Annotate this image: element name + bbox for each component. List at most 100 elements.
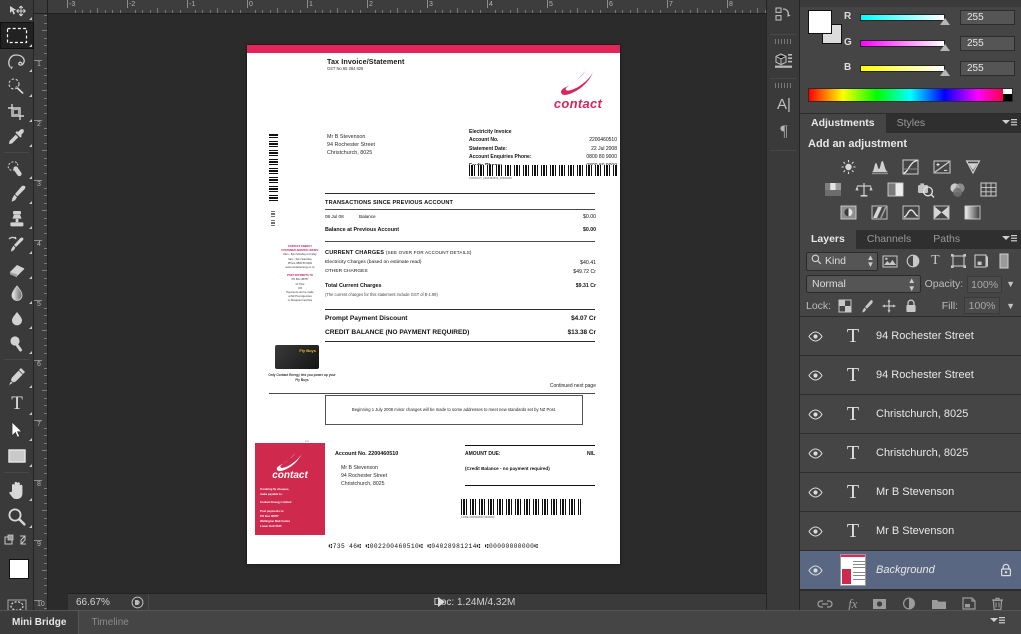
lasso-tool[interactable] (0, 49, 34, 74)
character-panel-icon[interactable]: A| (767, 90, 801, 118)
tab-mini-bridge[interactable]: Mini Bridge (0, 610, 80, 634)
black-and-white-icon[interactable] (886, 181, 905, 198)
adjustments-panel-menu-icon[interactable] (1001, 117, 1017, 130)
color-panel-swatches[interactable] (808, 10, 842, 44)
channel-mixer-icon[interactable] (948, 181, 967, 198)
eraser-tool[interactable] (0, 256, 34, 281)
history-brush-tool[interactable] (0, 231, 34, 256)
table-row[interactable]: T Mr B Stevenson (800, 512, 1021, 551)
layer-visibility-icon[interactable] (800, 525, 830, 537)
layer-visibility-icon[interactable] (800, 369, 830, 381)
spot-healing-brush-tool[interactable] (0, 156, 34, 181)
slider-g-value[interactable]: 255 (960, 36, 1015, 51)
eyedropper-tool[interactable] (0, 124, 34, 149)
opacity-value[interactable]: 100% (967, 275, 1003, 293)
blur-tool[interactable] (0, 306, 34, 331)
slider-b-value[interactable]: 255 (960, 61, 1015, 76)
color-spectrum-ramp[interactable] (808, 88, 1013, 102)
brightness-contrast-icon[interactable] (839, 158, 858, 175)
horizontal-type-tool[interactable]: T (0, 390, 34, 417)
dock-grip[interactable] (775, 83, 791, 88)
tab-channels[interactable]: Channels (856, 230, 922, 249)
slider-r-value[interactable]: 255 (960, 10, 1015, 25)
lock-image-pixels-icon[interactable] (859, 298, 875, 314)
slider-r-knob[interactable] (940, 18, 950, 25)
photo-filter-icon[interactable] (917, 181, 936, 198)
tab-adjustments[interactable]: Adjustments (800, 114, 886, 133)
zoom-level-field[interactable]: 66.67% (68, 597, 126, 608)
tab-paths[interactable]: Paths (922, 230, 971, 249)
paragraph-panel-icon[interactable]: ¶ (767, 118, 801, 146)
lock-all-icon[interactable] (903, 298, 919, 314)
rectangle-tool[interactable] (0, 443, 34, 469)
foreground-color-swatch[interactable] (9, 559, 29, 579)
slider-b-track[interactable] (860, 65, 945, 72)
curves-icon[interactable] (901, 158, 920, 175)
history-icon[interactable] (767, 2, 801, 30)
mini-bridge-icon[interactable] (767, 46, 801, 74)
gradient-tool[interactable] (0, 281, 34, 306)
layer-name[interactable]: Christchurch, 8025 (876, 408, 991, 420)
black-swatch[interactable] (1003, 94, 1012, 101)
posterize-icon[interactable] (870, 204, 889, 221)
layer-visibility-icon[interactable] (800, 447, 830, 459)
vibrance-icon[interactable] (963, 158, 982, 175)
table-row[interactable]: Background (800, 551, 1021, 590)
dock-grip[interactable] (775, 39, 791, 44)
lock-transparent-pixels-icon[interactable] (837, 298, 853, 314)
tab-styles[interactable]: Styles (886, 114, 937, 133)
adjustment-layer-icon[interactable] (902, 597, 916, 610)
layer-name[interactable]: 94 Rochester Street (876, 330, 991, 342)
hue-saturation-icon[interactable] (824, 181, 843, 198)
hand-tool[interactable] (0, 476, 34, 503)
crop-tool[interactable] (0, 99, 34, 124)
type-layers-filter-icon[interactable]: T (924, 251, 947, 271)
layer-name[interactable]: Christchurch, 8025 (876, 447, 991, 459)
bottom-panel-menu-icon[interactable] (977, 611, 1021, 634)
link-layers-icon[interactable] (817, 598, 833, 610)
invert-icon[interactable] (839, 204, 858, 221)
layer-filter-toggle[interactable] (992, 251, 1015, 271)
status-expand-arrow-icon[interactable] (438, 596, 445, 607)
tab-layers[interactable]: Layers (800, 230, 856, 249)
adjustment-layers-filter-icon[interactable] (901, 251, 924, 271)
smart-object-filter-icon[interactable] (969, 251, 992, 271)
slider-g-knob[interactable] (940, 44, 950, 51)
table-row[interactable]: T Christchurch, 8025 (800, 434, 1021, 473)
color-swatches[interactable] (0, 550, 37, 594)
opacity-chevron-down-icon[interactable]: ▼ (1006, 279, 1015, 289)
zoom-tool[interactable] (0, 503, 34, 530)
brush-tool[interactable] (0, 181, 34, 206)
pen-tool[interactable] (0, 363, 34, 390)
levels-icon[interactable] (870, 158, 889, 175)
fill-value[interactable]: 100% (964, 297, 1001, 314)
color-balance-icon[interactable] (855, 181, 874, 198)
rectangular-marquee-tool[interactable] (0, 22, 34, 49)
layers-panel-menu-icon[interactable] (1001, 233, 1017, 246)
table-row[interactable]: T Mr B Stevenson (800, 473, 1021, 512)
invoice-page[interactable]: Tax Invoice/Statement GST No 65 384 825 … (247, 45, 620, 564)
canvas[interactable]: Tax Invoice/Statement GST No 65 384 825 … (49, 15, 766, 609)
layer-mask-icon[interactable] (872, 598, 887, 610)
table-row[interactable]: T 94 Rochester Street (800, 356, 1021, 395)
new-group-icon[interactable] (931, 598, 947, 610)
new-layer-icon[interactable] (962, 597, 976, 610)
tab-timeline[interactable]: Timeline (79, 611, 140, 634)
fill-chevron-down-icon[interactable]: ▼ (1006, 301, 1015, 311)
layer-visibility-icon[interactable] (800, 408, 830, 420)
layer-name[interactable]: 94 Rochester Street (876, 369, 991, 381)
color-panel-foreground-swatch[interactable] (808, 10, 832, 34)
clone-stamp-tool[interactable] (0, 206, 34, 231)
table-row[interactable]: T 94 Rochester Street (800, 317, 1021, 356)
slider-g-track[interactable] (860, 40, 945, 47)
pixel-layers-filter-icon[interactable] (878, 251, 901, 271)
table-row[interactable]: T Christchurch, 8025 (800, 395, 1021, 434)
lock-position-icon[interactable] (881, 298, 897, 314)
path-selection-tool[interactable] (0, 417, 34, 443)
delete-layer-icon[interactable] (991, 597, 1004, 611)
layer-visibility-icon[interactable] (800, 330, 830, 342)
layer-name[interactable]: Background (876, 564, 991, 576)
exposure-icon[interactable] (932, 158, 951, 175)
layer-visibility-icon[interactable] (800, 564, 830, 576)
edit-toolbar-button[interactable] (0, 530, 34, 550)
